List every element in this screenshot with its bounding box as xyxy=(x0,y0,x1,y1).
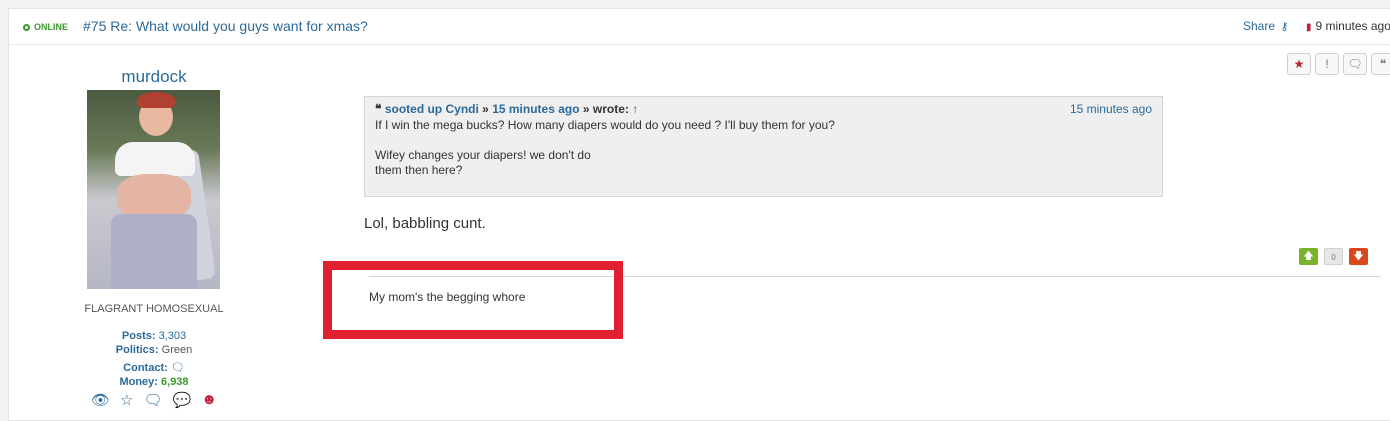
user-rank: FLAGRANT HOMOSEXUAL xyxy=(84,303,224,315)
quote-jump-arrow[interactable]: ↑ xyxy=(632,102,638,116)
chat-icon: 🗨 xyxy=(1347,57,1363,71)
post-title[interactable]: #75 Re: What would you guys want for xma… xyxy=(83,18,368,34)
share-icon: ⚷ xyxy=(1280,21,1289,33)
quote-icon: ❝ xyxy=(375,102,382,116)
vote-controls: 🡅 0 🡇 xyxy=(1299,248,1368,265)
quote-ago[interactable]: 15 minutes ago xyxy=(492,102,579,116)
highlight-box xyxy=(323,261,623,339)
user-circle-icon[interactable]: ☻ xyxy=(201,391,217,409)
user-panel: murdock FLAGRANT HOMOSEXUAL Posts: 3,303… xyxy=(69,67,239,409)
user-stats: Posts: 3,303 Politics: Green Contact: 🗨 … xyxy=(115,330,193,388)
money-value: 6,938 xyxy=(161,376,189,388)
username[interactable]: murdock xyxy=(69,67,239,87)
online-status: ONLINE xyxy=(23,22,68,32)
chat-bubbles-icon[interactable]: 💬 xyxy=(173,391,192,409)
quote-body: If I win the mega bucks? How many diaper… xyxy=(375,118,835,177)
thumb-up-icon[interactable]: 🡅 xyxy=(1299,248,1318,265)
post-message: Lol, babbling cunt. xyxy=(364,215,486,232)
document-icon: ▮ xyxy=(1306,22,1312,33)
quote-button[interactable]: ❝ xyxy=(1371,53,1390,75)
reply-button[interactable]: 🗨 xyxy=(1343,53,1367,75)
avatar[interactable] xyxy=(87,90,220,289)
forum-post: ONLINE #75 Re: What would you guys want … xyxy=(8,8,1390,421)
quote-icon: ❝ xyxy=(1379,57,1387,71)
share-button[interactable]: Share ⚷ xyxy=(1243,19,1288,33)
user-icon-bar: 👁 ☆ 🗨 💬 ☻ xyxy=(69,391,239,409)
post-time[interactable]: ▮ 9 minutes ago xyxy=(1306,19,1390,33)
politics-value: Green xyxy=(161,344,193,356)
post-header: ONLINE #75 Re: What would you guys want … xyxy=(9,9,1390,45)
quote-time: 15 minutes ago xyxy=(1069,102,1152,116)
quote-header: ❝ sooted up Cyndi » 15 minutes ago » wro… xyxy=(375,102,639,116)
exclamation-icon: ! xyxy=(1325,57,1329,71)
posts-count[interactable]: 3,303 xyxy=(159,330,187,342)
star-icon: ★ xyxy=(1293,57,1305,71)
comments-icon[interactable]: 🗨 xyxy=(143,391,162,409)
vote-count: 0 xyxy=(1324,248,1343,265)
quote-author[interactable]: sooted up Cyndi xyxy=(385,102,479,116)
quote-block: ❝ sooted up Cyndi » 15 minutes ago » wro… xyxy=(364,96,1163,197)
thumb-down-icon[interactable]: 🡇 xyxy=(1349,248,1368,265)
post-actions: ★ ! 🗨 ❝ xyxy=(1287,53,1390,75)
favorite-button[interactable]: ★ xyxy=(1287,53,1311,75)
star-outline-icon[interactable]: ☆ xyxy=(120,391,133,409)
report-button[interactable]: ! xyxy=(1315,53,1339,75)
contact-chat-icon[interactable]: 🗨 xyxy=(171,362,185,374)
online-dot-icon xyxy=(23,24,30,31)
eye-icon[interactable]: 👁 xyxy=(91,391,110,409)
